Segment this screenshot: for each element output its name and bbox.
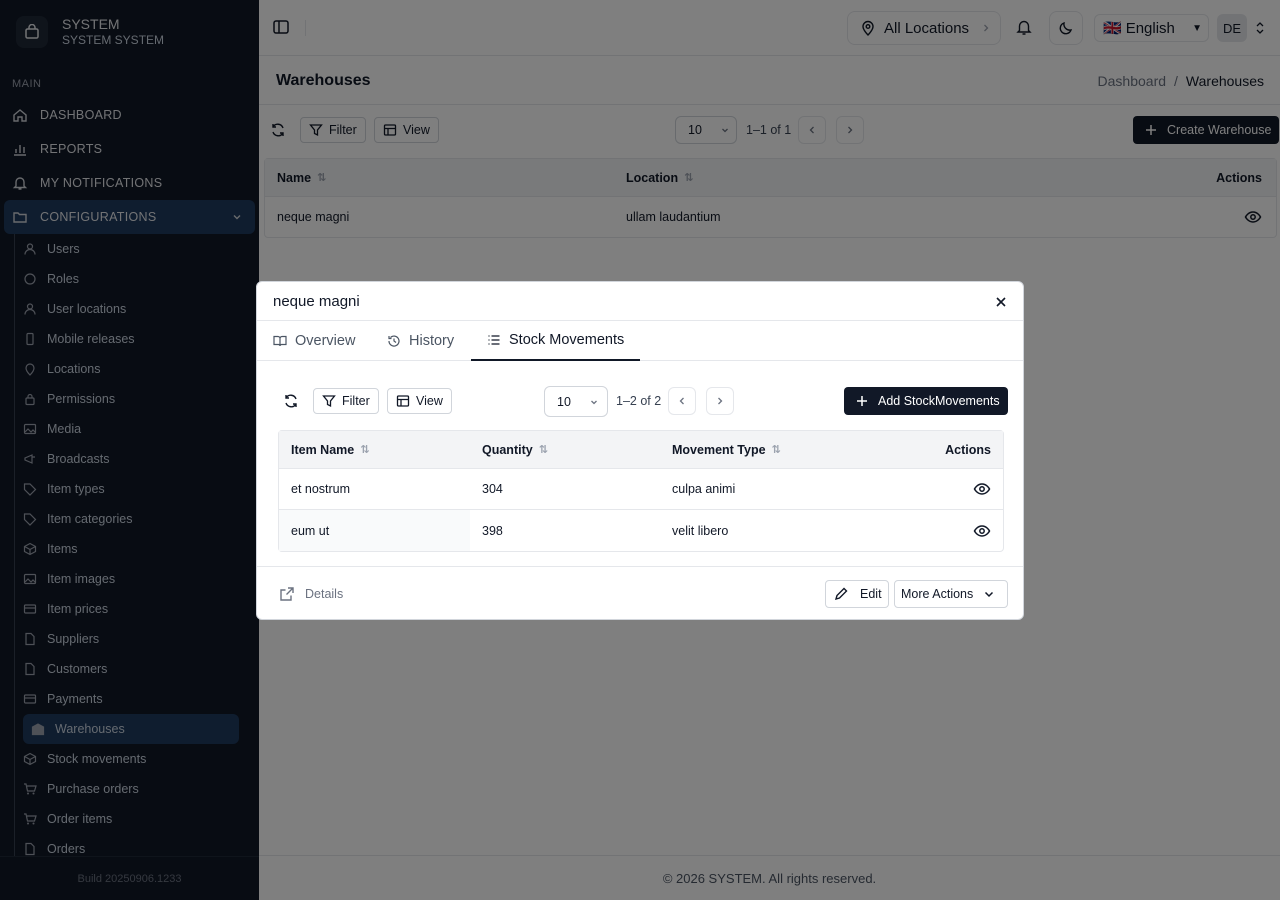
dialog-footer: Details Edit More Actions <box>257 566 1023 619</box>
table-row[interactable]: et nostrum 304 culpa animi <box>279 469 1003 510</box>
filter-label: Filter <box>342 394 370 408</box>
details-label: Details <box>305 587 344 601</box>
dialog-tabs: Overview History Stock Movements <box>257 321 1023 361</box>
eye-icon <box>973 524 991 537</box>
warehouse-dialog: neque magni Overview History Stock Movem… <box>256 281 1024 620</box>
pagination-range: 1–2 of 2 <box>616 394 662 408</box>
add-stock-movements-label: Add StockMovements <box>878 394 1000 408</box>
table-icon <box>396 395 410 407</box>
column-movement-type[interactable]: Movement Type ⇅ <box>660 431 860 468</box>
filter-icon <box>322 395 336 408</box>
tab-history[interactable]: History <box>387 321 454 361</box>
pencil-icon <box>834 587 848 601</box>
eye-icon <box>973 483 991 495</box>
sort-icon: ⇅ <box>360 444 370 456</box>
column-label: Item Name <box>291 442 355 457</box>
cell-quantity: 398 <box>482 523 503 538</box>
dialog-title: neque magni <box>273 293 360 310</box>
cell-quantity: 304 <box>482 482 503 496</box>
chevron-down-icon <box>985 591 994 598</box>
page-size-select[interactable]: 10 <box>544 386 608 417</box>
tab-stock-movements[interactable]: Stock Movements <box>471 321 641 361</box>
close-icon <box>996 297 1006 307</box>
chevron-left-icon <box>679 397 684 405</box>
view-button[interactable]: View <box>387 388 452 414</box>
view-row-button[interactable] <box>860 469 1003 509</box>
column-actions: Actions <box>945 442 991 457</box>
refresh-icon <box>285 394 297 408</box>
more-actions-label: More Actions <box>901 587 974 601</box>
prev-page-button[interactable] <box>668 387 696 415</box>
dialog-body: Filter View 10 1–2 of 2 Add StockMovemen… <box>257 361 1023 566</box>
chevron-down-icon <box>590 400 597 404</box>
column-item-name[interactable]: Item Name ⇅ <box>279 431 470 468</box>
tab-label: Stock Movements <box>509 332 625 348</box>
table-row[interactable]: eum ut 398 velit libero <box>279 510 1003 551</box>
dialog-header: neque magni <box>257 282 1023 321</box>
filter-button[interactable]: Filter <box>313 388 379 414</box>
tab-label: History <box>409 333 455 349</box>
more-actions-button[interactable]: More Actions <box>894 580 1008 608</box>
tab-overview[interactable]: Overview <box>273 321 355 361</box>
view-label: View <box>416 394 443 408</box>
cell-movement-type: culpa animi <box>672 482 736 496</box>
plus-icon <box>857 396 867 406</box>
column-quantity[interactable]: Quantity ⇅ <box>470 431 660 468</box>
edit-label: Edit <box>860 587 882 601</box>
cell-movement-type: velit libero <box>672 523 729 538</box>
sort-icon: ⇅ <box>538 444 548 456</box>
column-label: Quantity <box>482 442 533 457</box>
details-link[interactable]: Details <box>279 586 343 602</box>
cell-item-name: eum ut <box>279 510 470 551</box>
list-icon <box>488 335 500 345</box>
column-label: Movement Type <box>672 442 766 457</box>
add-stock-movements-button[interactable]: Add StockMovements <box>844 387 1008 415</box>
page-size-value: 10 <box>557 394 571 409</box>
refresh-button[interactable] <box>278 388 304 414</box>
book-open-icon <box>273 335 287 347</box>
sort-icon: ⇅ <box>771 444 781 456</box>
table-header: Item Name ⇅ Quantity ⇅ Movement Type ⇅ Acti… <box>279 431 1003 469</box>
history-icon <box>388 335 400 347</box>
view-row-button[interactable] <box>860 510 1003 551</box>
stock-movements-table: Item Name ⇅ Quantity ⇅ Movement Type ⇅ Acti… <box>278 430 1004 552</box>
next-page-button[interactable] <box>706 387 734 415</box>
chevron-right-icon <box>718 397 723 405</box>
close-button[interactable] <box>995 296 1007 308</box>
tab-label: Overview <box>295 333 356 349</box>
external-link-icon <box>280 587 294 601</box>
edit-button[interactable]: Edit <box>825 580 889 608</box>
cell-item-name: et nostrum <box>291 482 351 496</box>
